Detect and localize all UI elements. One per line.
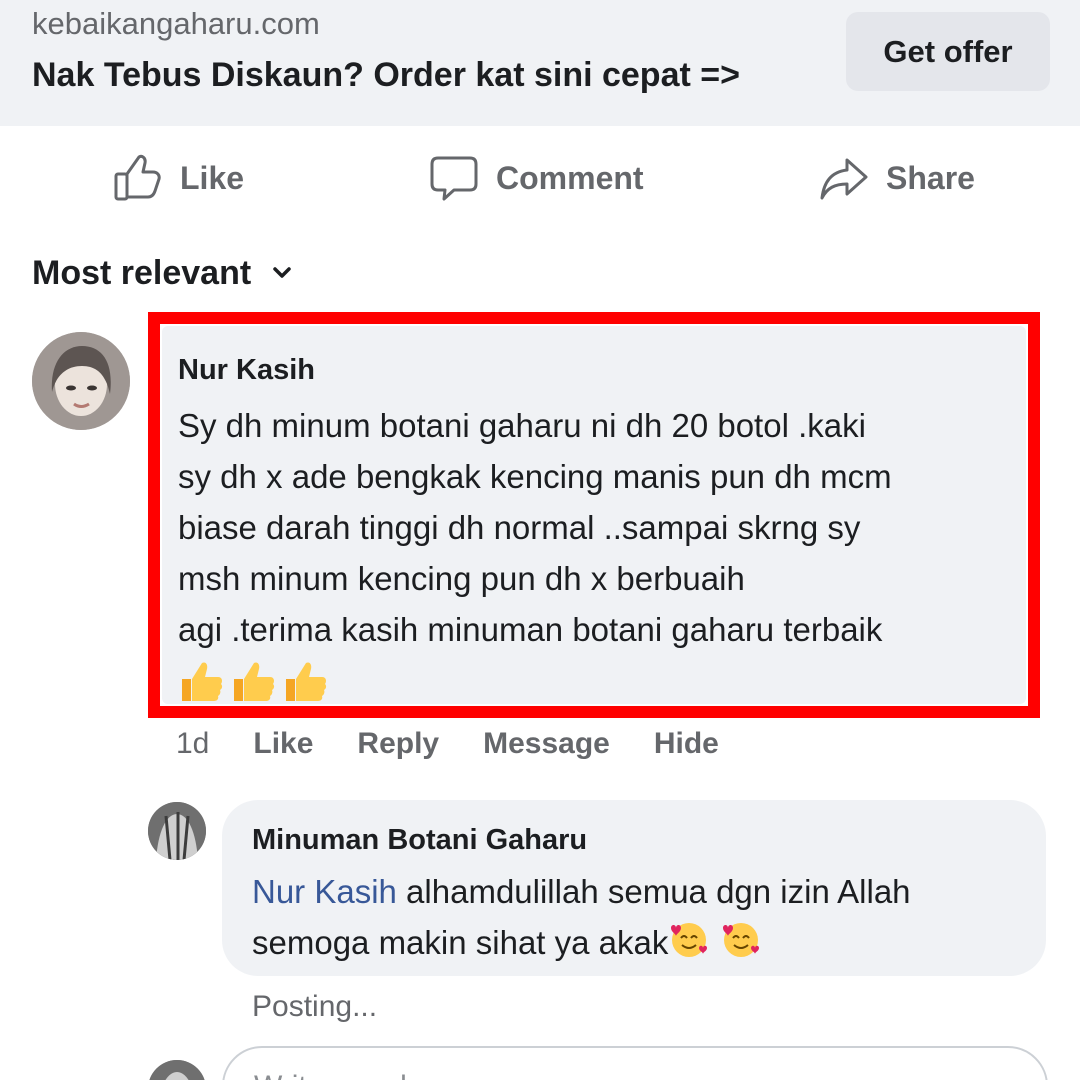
- highlight-box: [148, 312, 1040, 718]
- reply-text-part: alhamdulillah semua dgn izin Allah: [396, 873, 911, 910]
- like-button[interactable]: Like: [112, 140, 244, 216]
- reply-text-part: semoga makin sihat ya akak: [252, 924, 669, 961]
- chevron-down-icon: [273, 267, 291, 278]
- comment-message-link[interactable]: Message: [483, 727, 610, 761]
- posting-status: Posting...: [252, 990, 378, 1023]
- smiling-face-with-hearts-icon: [723, 923, 760, 957]
- get-offer-button[interactable]: Get offer: [846, 12, 1050, 91]
- comment-hide-link[interactable]: Hide: [654, 727, 719, 761]
- reply-line: semoga makin sihat ya akak: [252, 917, 1032, 968]
- reply-text: Nur Kasih alhamdulillah semua dgn izin A…: [252, 866, 1032, 968]
- comment-button[interactable]: Comment: [428, 140, 644, 216]
- comment-timestamp[interactable]: 1d: [176, 727, 209, 761]
- comment-like-link[interactable]: Like: [253, 727, 313, 761]
- mention-link[interactable]: Nur Kasih: [252, 873, 397, 910]
- comment-reply-link[interactable]: Reply: [357, 727, 439, 761]
- post-action-bar: Like Comment Share: [0, 140, 1080, 216]
- share-button[interactable]: Share: [818, 140, 975, 216]
- avatar-photo: [148, 1060, 206, 1080]
- composer-avatar: [148, 1060, 206, 1080]
- comment-actions: 1d Like Reply Message Hide: [176, 724, 763, 764]
- comment-sort-dropdown[interactable]: Most relevant: [32, 250, 295, 296]
- reply-input[interactable]: Write a reply...: [222, 1046, 1048, 1080]
- share-arrow-icon: [820, 158, 868, 200]
- like-label: Like: [180, 159, 245, 196]
- avatar[interactable]: [32, 332, 130, 430]
- sort-label: Most relevant: [32, 253, 252, 292]
- ad-domain: kebaikangaharu.com: [32, 6, 320, 41]
- share-label: Share: [886, 159, 975, 196]
- ad-banner[interactable]: kebaikangaharu.com Nak Tebus Diskaun? Or…: [0, 0, 1080, 126]
- smiling-face-with-hearts-icon: [671, 923, 708, 957]
- reply-input-placeholder: Write a reply...: [254, 1070, 445, 1080]
- reply-bubble: Minuman Botani Gaharu Nur Kasih alhamdul…: [222, 800, 1046, 976]
- ad-headline: Nak Tebus Diskaun? Order kat sini cepat …: [32, 56, 740, 94]
- avatar-photo: [148, 802, 206, 860]
- reply-avatar[interactable]: [148, 802, 206, 860]
- thumbs-up-icon: [114, 154, 161, 201]
- comment-label: Comment: [496, 159, 644, 196]
- speech-bubble-icon: [430, 156, 478, 201]
- avatar-photo: [32, 332, 130, 430]
- reply-line: Nur Kasih alhamdulillah semua dgn izin A…: [252, 866, 1032, 917]
- reply-author[interactable]: Minuman Botani Gaharu: [252, 824, 587, 857]
